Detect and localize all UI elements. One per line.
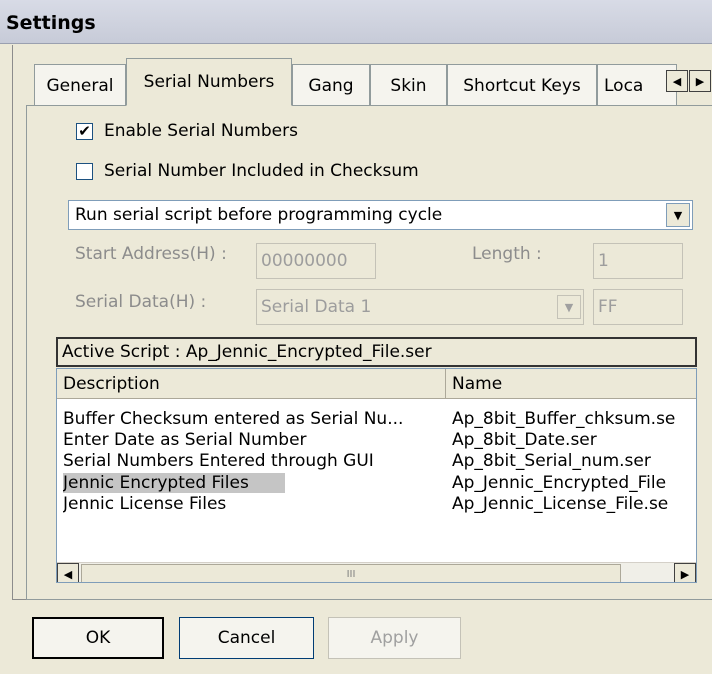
tab-shortcut-keys[interactable]: Shortcut Keys [447,64,597,106]
window-title: Settings [6,12,96,34]
list-item-description: Enter Date as Serial Number [63,430,307,450]
tab-label: Serial Numbers [143,72,275,92]
length-label: Length : [472,244,542,264]
scroll-right-icon: ▶ [680,567,690,581]
column-header-name[interactable]: Name [446,369,696,399]
scroll-left-icon: ◀ [672,74,682,88]
serial-data-byte-field[interactable]: FF [593,289,683,325]
list-item-description: Jennic Encrypted Files [63,473,285,493]
button-label: Apply [370,628,419,648]
active-script-label: Active Script : Ap_Jennic_Encrypted_File… [62,342,432,362]
tab-localization[interactable]: Loca [597,64,677,106]
list-item-name: Ap_Jennic_Encrypted_File [452,473,667,493]
script-mode-select[interactable]: Run serial script before programming cyc… [68,200,693,230]
list-item-description: Serial Numbers Entered through GUI [63,451,374,471]
length-value: 1 [598,251,609,271]
list-item-description: Buffer Checksum entered as Serial Nu... [63,409,404,429]
chevron-down-icon[interactable]: ▼ [666,203,690,227]
enable-serial-label[interactable]: Enable Serial Numbers [104,121,298,141]
ok-button[interactable]: OK [32,617,164,659]
tab-label: Gang [308,75,354,96]
serial-data-select[interactable]: Serial Data 1 ▼ [256,289,584,325]
length-field[interactable]: 1 [593,243,683,279]
start-address-field[interactable]: 00000000 [256,243,376,279]
column-header-description[interactable]: Description [57,369,446,399]
title-bar[interactable]: Settings [0,0,712,44]
list-item[interactable]: Buffer Checksum entered as Serial Nu... … [57,409,696,431]
checksum-label[interactable]: Serial Number Included in Checksum [104,161,419,181]
list-item[interactable]: Enter Date as Serial Number Ap_8bit_Date… [57,430,696,452]
serial-data-value: Serial Data 1 [261,297,372,317]
scroll-left-button[interactable]: ◀ [57,563,79,582]
list-item[interactable]: Serial Numbers Entered through GUI Ap_8b… [57,451,696,473]
list-item-name: Ap_8bit_Serial_num.ser [452,451,651,471]
start-address-label: Start Address(H) : [75,244,227,264]
tab-serial-numbers[interactable]: Serial Numbers [126,58,292,106]
checksum-checkbox[interactable] [76,163,93,180]
script-list[interactable]: Description Name Buffer Checksum entered… [56,368,697,583]
check-icon: ✔ [78,122,91,140]
cancel-button[interactable]: Cancel [179,617,314,659]
scroll-right-button[interactable]: ▶ [674,563,696,582]
script-mode-value: Run serial script before programming cyc… [75,205,443,225]
tab-skin[interactable]: Skin [370,64,447,106]
tab-label: Shortcut Keys [463,75,581,96]
button-label: Cancel [217,628,276,648]
list-item-name: Ap_Jennic_License_File.se [452,494,669,514]
scroll-thumb[interactable]: III [81,564,621,582]
scroll-left-icon: ◀ [63,567,73,581]
list-item-description: Jennic License Files [63,494,227,514]
serial-data-byte-value: FF [598,297,618,317]
apply-button[interactable]: Apply [328,617,461,659]
start-address-value: 00000000 [261,251,348,271]
tab-scroll-right-button[interactable]: ▶ [689,70,711,92]
tab-general[interactable]: General [34,64,126,106]
column-label: Name [452,373,503,394]
list-item-selected[interactable]: Jennic Encrypted Files Ap_Jennic_Encrypt… [57,473,696,495]
active-script-bar: Active Script : Ap_Jennic_Encrypted_File… [56,337,697,367]
tab-label: Skin [390,75,427,96]
tab-scroll-left-button[interactable]: ◀ [666,70,688,92]
horizontal-scrollbar[interactable]: ◀ III ▶ [57,562,696,582]
column-label: Description [63,373,160,394]
scroll-grip: III [346,568,356,580]
chevron-down-icon[interactable]: ▼ [557,295,581,319]
scroll-right-icon: ▶ [695,74,705,88]
tab-label: General [46,75,114,96]
list-item-name: Ap_8bit_Date.ser [452,430,597,450]
tab-label: Loca [604,75,644,96]
button-label: OK [85,628,111,648]
list-item[interactable]: Jennic License Files Ap_Jennic_License_F… [57,494,696,516]
list-item-name: Ap_8bit_Buffer_chksum.se [452,409,676,429]
enable-serial-checkbox[interactable]: ✔ [76,123,93,140]
tab-gang[interactable]: Gang [292,64,370,106]
serial-data-label: Serial Data(H) : [75,292,207,312]
